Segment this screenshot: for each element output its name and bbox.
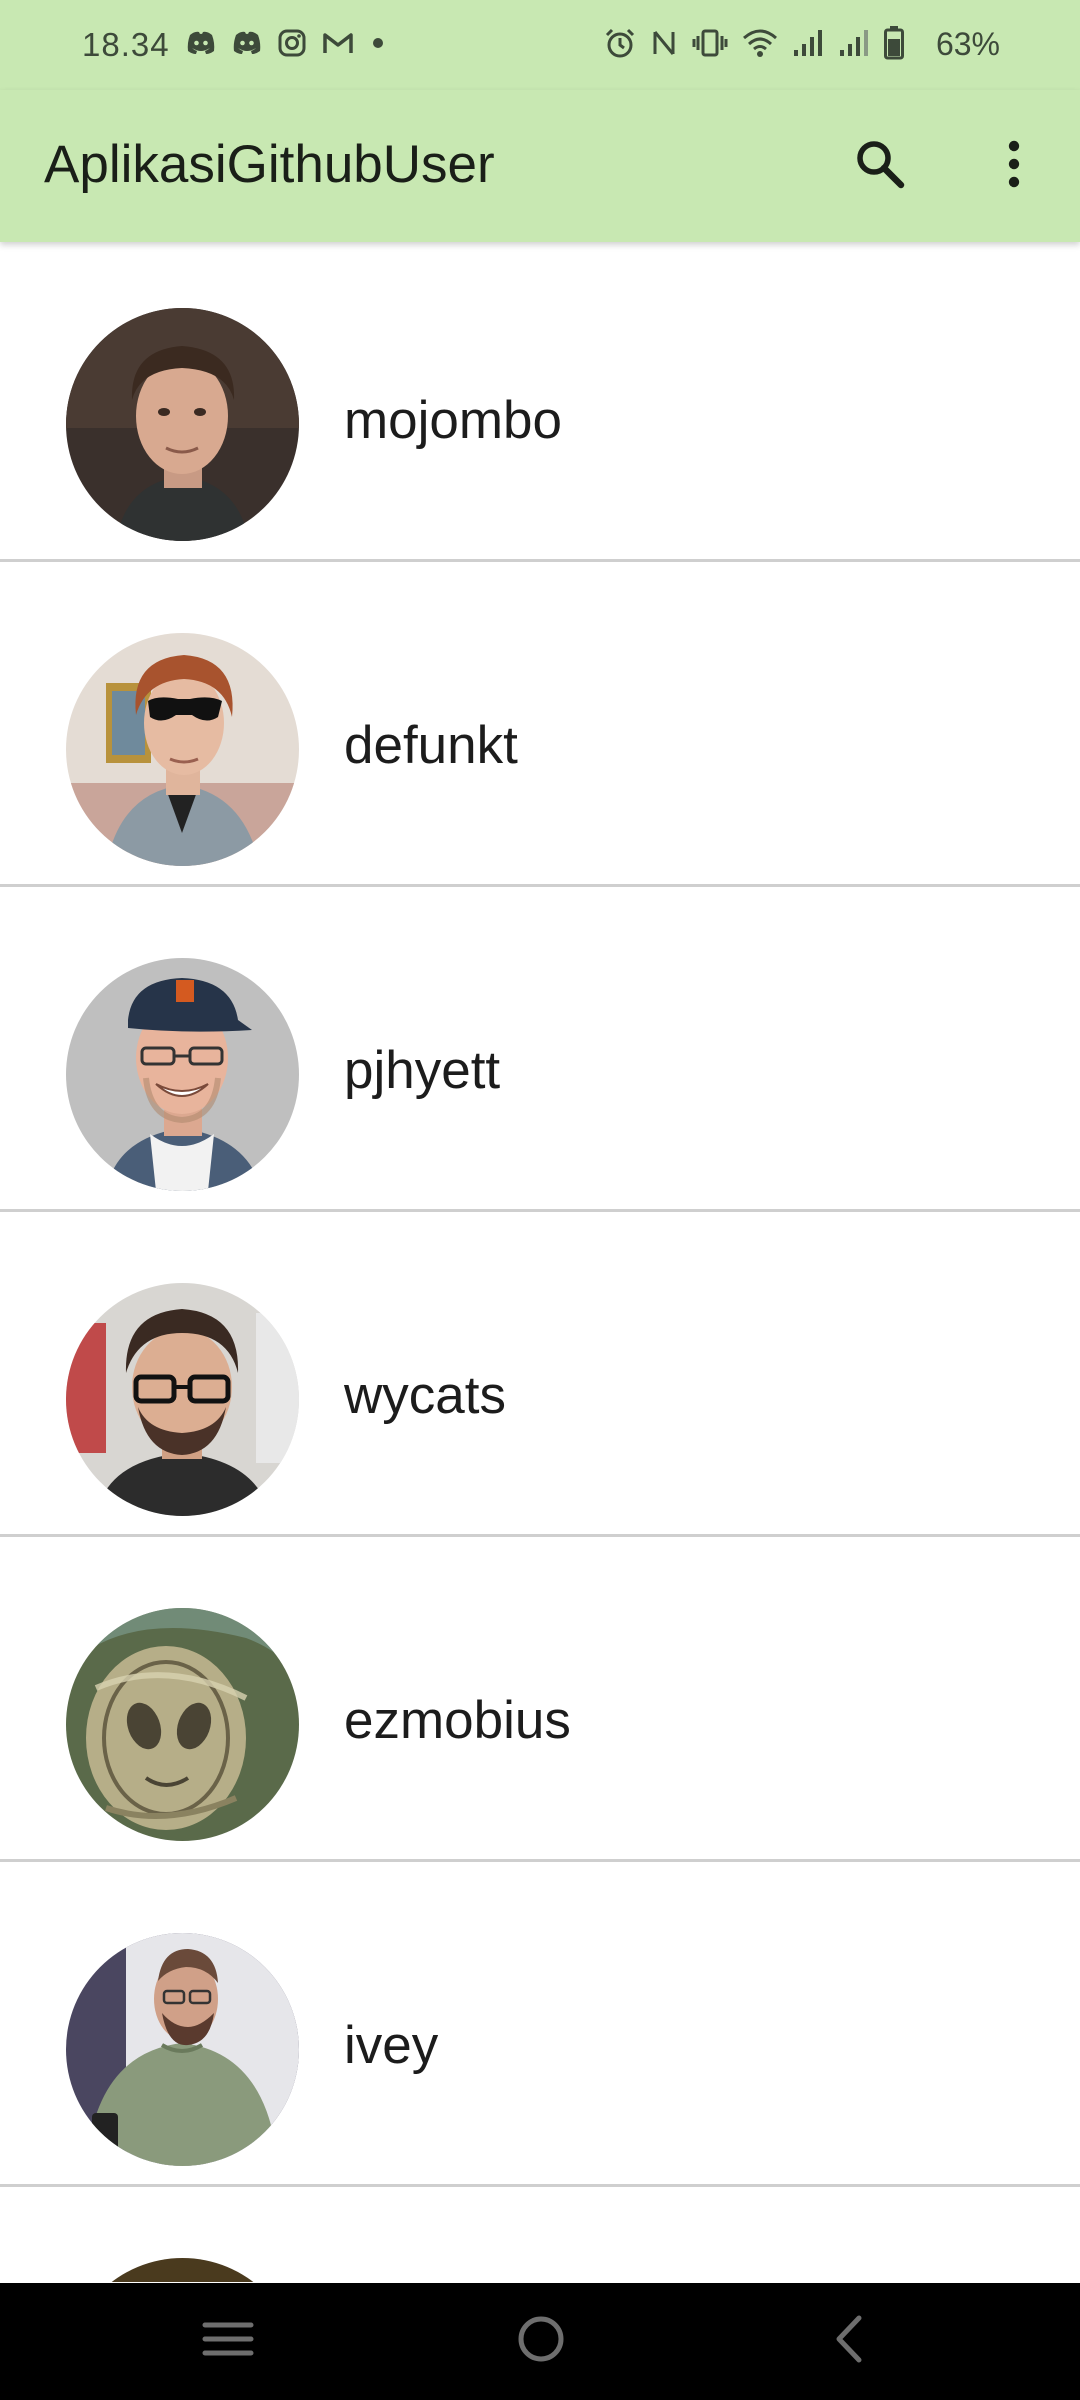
signal-icon — [838, 28, 870, 63]
avatar — [66, 1608, 299, 1841]
home-button[interactable] — [496, 2301, 586, 2381]
vibrate-icon — [692, 28, 728, 63]
username: wycats — [344, 1366, 506, 1425]
username: ezmobius — [344, 1691, 571, 1750]
system-icons — [604, 25, 904, 65]
username: pjhyett — [344, 1041, 501, 1100]
dot-icon — [370, 35, 386, 56]
username: mojombo — [344, 391, 562, 450]
user-card[interactable]: defunkt — [0, 567, 1080, 887]
user-card[interactable]: mojombo — [0, 242, 1080, 562]
back-icon — [829, 2314, 869, 2369]
navigation-bar — [0, 2283, 1080, 2400]
avatar — [66, 633, 299, 866]
more-vert-icon — [1006, 139, 1022, 194]
user-list[interactable]: mojombo defunkt pjhyett wycats ezmobius … — [0, 242, 1080, 2282]
user-card[interactable]: ezmobius — [0, 1542, 1080, 1862]
user-card[interactable]: ivey — [0, 1867, 1080, 2187]
status-time: 18.34 — [82, 26, 170, 63]
battery-icon — [884, 25, 904, 65]
discord-icon — [232, 30, 262, 61]
avatar — [66, 2258, 299, 2282]
alarm-icon — [604, 27, 636, 64]
user-card[interactable]: pjhyett — [0, 892, 1080, 1212]
wifi-icon — [742, 28, 778, 63]
recents-icon — [202, 2319, 254, 2364]
avatar — [66, 1283, 299, 1516]
gmail-icon — [322, 30, 354, 61]
nfc-icon — [650, 28, 678, 63]
instagram-icon — [278, 29, 306, 62]
back-button[interactable] — [804, 2301, 894, 2381]
search-button[interactable] — [838, 124, 922, 208]
discord-icon — [186, 30, 216, 61]
more-options-button[interactable] — [972, 124, 1056, 208]
avatar — [66, 958, 299, 1191]
app-title: AplikasiGithubUser — [44, 135, 495, 194]
user-card[interactable]: wycats — [0, 1217, 1080, 1537]
status-bar: 18.34 63% — [0, 0, 1080, 90]
avatar — [66, 308, 299, 541]
app-bar: AplikasiGithubUser — [0, 90, 1080, 242]
recents-button[interactable] — [183, 2301, 273, 2381]
home-icon — [516, 2314, 566, 2369]
username: ivey — [344, 2016, 439, 2075]
notification-icons — [186, 28, 386, 62]
signal-icon — [792, 28, 824, 63]
username: defunkt — [344, 716, 518, 775]
search-icon — [854, 138, 906, 195]
user-card[interactable] — [0, 2192, 1080, 2282]
avatar — [66, 1933, 299, 2166]
battery-percent: 63% — [935, 26, 1000, 62]
